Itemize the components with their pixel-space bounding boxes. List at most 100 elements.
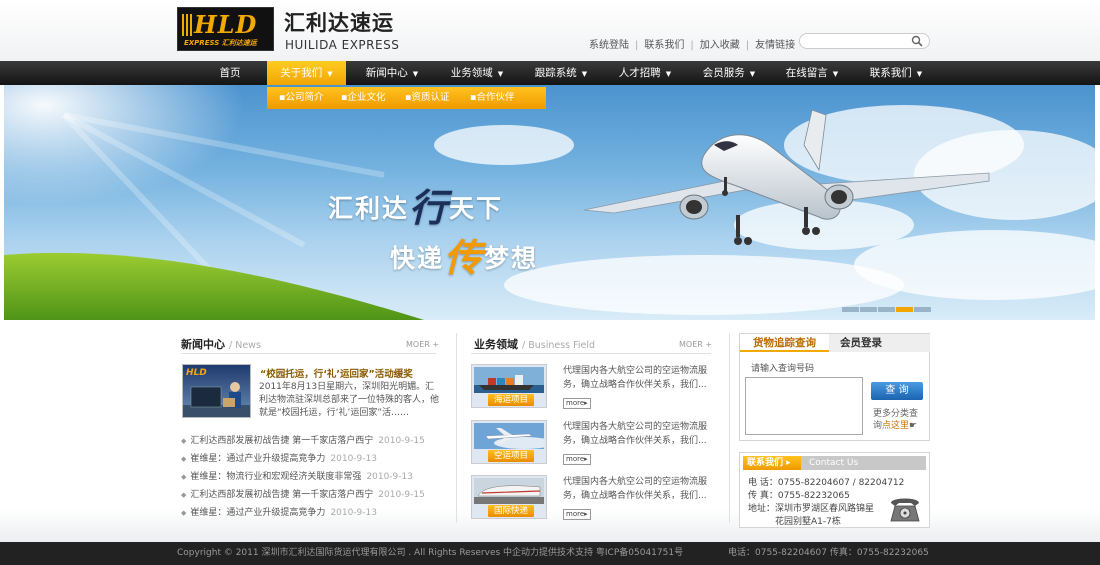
contact-phone: 电 话：0755-82204607 / 82204712 — [748, 478, 905, 488]
slide-dot-1[interactable] — [842, 307, 859, 312]
business-label: 海运项目 — [488, 394, 534, 406]
nav-home[interactable]: 首页 — [205, 61, 255, 85]
news-item-title: 崔维星：通过产业升级提高竞争力 — [190, 508, 326, 518]
bullet-icon: ◆ — [181, 473, 187, 481]
business-more-link[interactable]: MOER + — [679, 340, 712, 349]
nav-news[interactable]: 新闻中心 ▼ — [356, 61, 428, 85]
hero-banner[interactable]: 汇利达行天下 快递传梦想 — [4, 85, 1095, 320]
ship-icon — [474, 367, 544, 393]
nav-message[interactable]: 在线留言 ▼ — [776, 61, 848, 85]
tracking-hint: 请输入查询号码 — [751, 364, 815, 374]
banner-artwork — [4, 85, 1095, 320]
business-desc: 代理国内各大航空公司的空运物流服务，确立战略合作伙伴关系，我们... — [563, 366, 708, 390]
train-icon — [474, 478, 544, 504]
contact-title: 联系我们 ▸ — [743, 456, 801, 470]
query-button[interactable]: 查 询 — [871, 382, 923, 400]
link-login[interactable]: 系统登陆 — [589, 40, 629, 51]
header: HLD EXPRESS 汇利达速运 汇利达速运 HUILIDA EXPRESS … — [0, 0, 1100, 61]
section-title-cn: 新闻中心 — [181, 338, 225, 351]
chevron-down-icon: ▼ — [497, 70, 504, 78]
chevron-down-icon: ▼ — [412, 70, 419, 78]
list-item[interactable]: ◆ 汇利达西部发展初战告捷 第一千家店落户西宁 2010-9-15 — [181, 486, 441, 504]
nav-label: 关于我们 — [280, 67, 323, 79]
list-item[interactable]: ◆ 汇利达西部发展初战告捷 第一千家店落户西宁 2010-9-15 — [181, 432, 441, 450]
tab-tracking[interactable]: 货物追踪查询 — [740, 334, 829, 352]
tab-member-login[interactable]: 会员登录 — [829, 334, 930, 352]
link-friends[interactable]: 友情链接 — [755, 40, 795, 51]
search-icon[interactable] — [911, 35, 923, 47]
more-button[interactable]: more▸ — [563, 398, 591, 409]
thumbnail-logo: HLD — [186, 368, 207, 378]
search-box — [799, 33, 930, 49]
business-thumbnail[interactable]: 国际快递 — [471, 475, 547, 519]
logo-stripes — [182, 14, 194, 36]
slogan-text: 梦想 — [484, 244, 539, 273]
subnav-partners[interactable]: ▪ 合作伙伴 — [470, 87, 514, 109]
telephone-icon — [890, 498, 920, 522]
slide-dot-5[interactable] — [914, 307, 931, 312]
more-button[interactable]: more▸ — [563, 454, 591, 465]
nav-business[interactable]: 业务领域 ▼ — [441, 61, 513, 85]
more-label: MOER — [406, 340, 430, 349]
link-contact[interactable]: 联系我们 — [644, 40, 684, 51]
bullet-icon: ◆ — [181, 437, 187, 445]
nav-contact[interactable]: 联系我们 ▼ — [860, 61, 932, 85]
nav-label: 跟踪系统 — [534, 67, 577, 79]
logo[interactable]: HLD EXPRESS 汇利达速运 — [177, 7, 274, 51]
section-title-en: / News — [229, 340, 261, 351]
bullet-icon: ◆ — [181, 491, 187, 499]
tracking-panel: 货物追踪查询 会员登录 请输入查询号码 查 询 更多分类查 询点这里☛ — [739, 333, 930, 441]
contact-address: 地址：深圳市罗湖区春风路锦星 — [748, 504, 875, 514]
search-input[interactable] — [806, 34, 914, 48]
news-headline-link[interactable]: “校园托运，行‘礼’运回家”活动缓奖 — [260, 366, 413, 380]
nav-member[interactable]: 会员服务 ▼ — [693, 61, 765, 85]
subnav-profile[interactable]: ▪ 公司简介 — [279, 87, 323, 109]
nav-jobs[interactable]: 人才招聘 ▼ — [609, 61, 681, 85]
nav-label: 业务领域 — [450, 67, 493, 79]
subnav-cert[interactable]: ▪ 资质认证 — [405, 87, 449, 109]
news-item-date: 2010-9-13 — [366, 472, 413, 482]
news-more-link[interactable]: MOER + — [406, 340, 439, 349]
tracking-more-text: 询 — [873, 421, 883, 431]
nav-label: 人才招聘 — [618, 67, 661, 79]
banner-slogan-line2: 快递传梦想 — [390, 223, 539, 280]
contact-panel: 联系我们 ▸ Contact Us 电 话：0755-82204607 / 82… — [739, 452, 930, 528]
more-label: MOER — [679, 340, 703, 349]
subnav-culture[interactable]: ▪ 企业文化 — [341, 87, 385, 109]
slide-dot-2[interactable] — [860, 307, 877, 312]
news-item-date: 2010-9-13 — [330, 454, 377, 464]
divider — [471, 353, 711, 354]
list-item[interactable]: ◆ 崔维星：物流行业和宏观经济关联度非常强 2010-9-13 — [181, 468, 441, 486]
tracking-number-input[interactable] — [745, 377, 863, 435]
nav-about[interactable]: 关于我们 ▼ — [267, 61, 346, 88]
list-item[interactable]: ◆ 崔维星：通过产业升级提高竞争力 2010-9-13 — [181, 450, 441, 468]
contact-fax: 传 真：0755-82232065 — [748, 491, 850, 501]
news-thumbnail[interactable]: HLD — [182, 364, 251, 418]
logo-subtext: EXPRESS 汇利达速运 — [184, 39, 257, 47]
nav-label: 联系我们 — [869, 67, 912, 79]
business-thumbnail[interactable]: 海运项目 — [471, 364, 547, 408]
nav-label: 首页 — [219, 67, 241, 79]
more-label: more — [566, 510, 585, 518]
business-thumbnail[interactable]: 空运项目 — [471, 420, 547, 464]
business-item-sea: 海运项目 代理国内各大航空公司的空运物流服务，确立战略合作伙伴关系，我们... … — [471, 364, 711, 410]
slide-dot-4[interactable] — [896, 307, 913, 312]
business-desc: 代理国内各大航空公司的空运物流服务，确立战略合作伙伴关系，我们... — [563, 477, 708, 501]
tracking-more-text: 更多分类查 — [873, 409, 919, 419]
more-button[interactable]: more▸ — [563, 509, 591, 520]
slogan-highlight: 传 — [444, 235, 485, 280]
news-item-date: 2010-9-15 — [378, 490, 425, 500]
nav-label: 在线留言 — [785, 67, 828, 79]
tracking-more-link[interactable]: 点这里 — [882, 421, 909, 431]
link-favorite[interactable]: 加入收藏 — [700, 40, 740, 51]
news-item-date: 2010-9-15 — [378, 436, 425, 446]
footer-contact: 电话：0755-82204607 传真：0755-82232065 — [728, 548, 929, 558]
business-label: 国际快递 — [488, 505, 534, 517]
nav-tracking[interactable]: 跟踪系统 ▼ — [525, 61, 597, 85]
chevron-down-icon: ▼ — [749, 70, 756, 78]
column-divider — [729, 333, 730, 523]
list-item[interactable]: ◆ 崔维星：通过产业升级提高竞争力 2010-9-13 — [181, 504, 441, 522]
plus-icon: + — [432, 340, 440, 349]
slide-dot-3[interactable] — [878, 307, 895, 312]
business-section-title: 业务领域 / Business Field — [474, 336, 595, 352]
